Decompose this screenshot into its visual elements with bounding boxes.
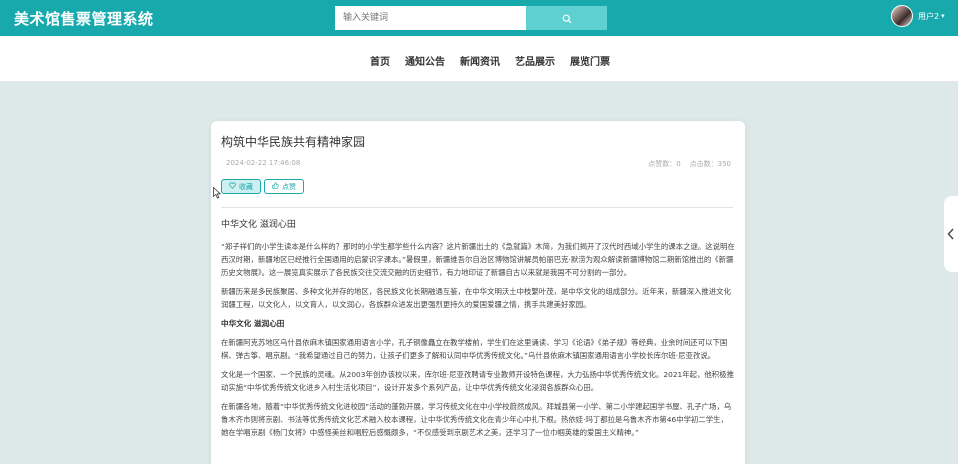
- article-paragraph: 在新疆各地，随着“中华优秀传统文化进校园”活动的蓬勃开展，学习传统文化在中小学校…: [221, 402, 732, 437]
- article-stats: 点赞数：0 点击数：350: [648, 159, 731, 169]
- user-name[interactable]: 用户2: [918, 11, 939, 22]
- back-button[interactable]: [944, 196, 958, 272]
- article-paragraph: 文化是一个国家、一个民族的灵魂。从2003年创办该校以来，库尔班·尼亚孜聘请专业…: [221, 370, 734, 392]
- top-header-bar: 美术馆售票管理系统 用户2 ▾: [0, 0, 958, 36]
- article-subheading: 中华文化 滋润心田: [221, 319, 285, 328]
- article-title: 构筑中华民族共有精神家园: [221, 135, 366, 149]
- article-heading: 中华文化 滋润心田: [221, 220, 296, 230]
- nav-item-artworks[interactable]: 艺品展示: [515, 53, 555, 68]
- article-body: 中华文化 滋润心田 “郑子祥们的小学生读本是什么样的？那时的小学生都学些什么内容…: [221, 219, 735, 445]
- mouse-cursor-icon: [213, 184, 222, 203]
- article-card: 构筑中华民族共有精神家园 2024-02-22 17:46:08 点赞数：0 点…: [211, 121, 745, 464]
- article-paragraph: 新疆历来是多民族聚居、多种文化并存的地区，各民族文化长期融通互鉴，在中华文明沃土…: [221, 287, 731, 309]
- site-title: 美术馆售票管理系统: [14, 10, 154, 28]
- nav-item-home[interactable]: 首页: [370, 53, 390, 68]
- search-icon: [562, 9, 572, 28]
- search-button[interactable]: [526, 6, 607, 30]
- divider: [221, 207, 733, 208]
- action-buttons: 收藏 点赞: [221, 179, 307, 194]
- article-paragraph: “郑子祥们的小学生读本是什么样的？那时的小学生都学些什么内容？这片新疆出土的《急…: [221, 242, 735, 277]
- chevron-down-icon[interactable]: ▾: [941, 12, 945, 20]
- main-navigation: 首页 通知公告 新闻资讯 艺品展示 展览门票: [0, 36, 958, 82]
- article-date: 2024-02-22 17:46:08: [226, 159, 301, 167]
- favorite-button[interactable]: 收藏: [221, 179, 261, 194]
- likes-count: 0: [676, 160, 681, 168]
- article-paragraph: 在新疆阿克苏地区乌什县依麻木镇国家通用语言小学，孔子铜像矗立在教学楼前，学生们在…: [221, 338, 728, 360]
- like-label: 点赞: [282, 182, 296, 191]
- nav-item-announcements[interactable]: 通知公告: [405, 53, 445, 68]
- likes-label: 点赞数：: [648, 160, 677, 168]
- like-button[interactable]: 点赞: [264, 179, 304, 194]
- search-input[interactable]: [335, 6, 526, 30]
- nav-items: 首页 通知公告 新闻资讯 艺品展示 展览门票: [370, 53, 625, 68]
- favorite-label: 收藏: [239, 182, 253, 191]
- avatar[interactable]: [891, 5, 913, 27]
- nav-item-news[interactable]: 新闻资讯: [460, 53, 500, 68]
- views-label: 点击数：: [689, 160, 718, 168]
- heart-icon: [229, 182, 239, 191]
- views-count: 350: [717, 160, 731, 168]
- chevron-left-icon: [947, 225, 955, 244]
- thumbs-up-icon: [272, 182, 282, 191]
- user-menu[interactable]: 用户2 ▾: [891, 5, 945, 27]
- nav-item-tickets[interactable]: 展览门票: [570, 53, 610, 68]
